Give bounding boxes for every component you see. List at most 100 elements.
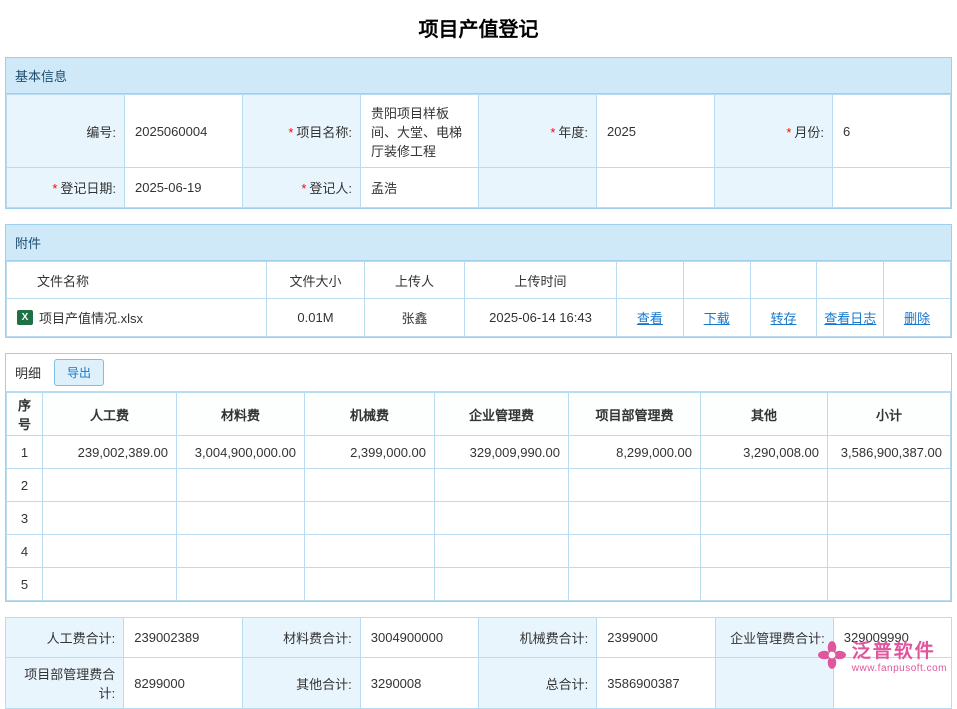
project-name-required-star: * xyxy=(288,125,293,140)
action-view-log-cell: 查看日志 xyxy=(817,299,884,337)
col-file-size: 文件大小 xyxy=(267,262,365,299)
detail-material xyxy=(177,568,305,601)
month-required-star: * xyxy=(786,125,791,140)
detail-enterprise-mgmt xyxy=(435,568,569,601)
file-size: 0.01M xyxy=(267,299,365,337)
fanpu-watermark: 泛普软件 www.fanpusoft.com xyxy=(817,636,947,674)
col-action-view xyxy=(617,262,684,299)
month-label-cell: *月份: xyxy=(715,95,833,168)
basic-info-table: 编号: 2025060004 *项目名称: 贵阳项目样板间、大堂、电梯厅装修工程… xyxy=(6,94,951,208)
detail-project-dept-mgmt xyxy=(569,568,701,601)
empty-label-cell-2 xyxy=(715,168,833,208)
number-label: 编号: xyxy=(86,125,116,140)
detail-other: 3,290,008.00 xyxy=(701,436,828,469)
year-required-star: * xyxy=(550,125,555,140)
col-file-name: 文件名称 xyxy=(7,262,267,299)
attachment-row: X 项目产值情况.xlsx 0.01M 张鑫 2025-06-14 16:43 … xyxy=(7,299,951,337)
detail-labor xyxy=(43,568,177,601)
detail-machinery xyxy=(305,469,435,502)
detail-machinery xyxy=(305,568,435,601)
attachments-header-row: 文件名称 文件大小 上传人 上传时间 xyxy=(7,262,951,299)
registrant-required-star: * xyxy=(301,181,306,196)
col-labor-cost: 人工费 xyxy=(43,393,177,436)
detail-machinery xyxy=(305,502,435,535)
detail-project-dept-mgmt xyxy=(569,469,701,502)
summary-table: 人工费合计: 239002389 材料费合计: 3004900000 机械费合计… xyxy=(5,617,952,709)
detail-seq: 3 xyxy=(7,502,43,535)
detail-row-5: 5 xyxy=(7,568,951,601)
project-dept-mgmt-total-value: 8299000 xyxy=(124,658,242,709)
registrant-value: 孟浩 xyxy=(361,168,479,208)
attachments-table: 文件名称 文件大小 上传人 上传时间 X 项目产值情况.xlsx xyxy=(6,261,951,337)
detail-other xyxy=(701,535,828,568)
month-value: 6 xyxy=(833,95,951,168)
col-action-save-as xyxy=(750,262,817,299)
view-log-link[interactable]: 查看日志 xyxy=(824,311,876,326)
empty-value-cell-1 xyxy=(597,168,715,208)
detail-other xyxy=(701,502,828,535)
detail-table: 序号 人工费 材料费 机械费 企业管理费 项目部管理费 其他 小计 1 239,… xyxy=(6,392,951,601)
project-dept-mgmt-total-label: 项目部管理费合计: xyxy=(6,658,124,709)
detail-material xyxy=(177,502,305,535)
grand-total-label: 总合计: xyxy=(479,658,597,709)
col-action-view-log xyxy=(817,262,884,299)
registrant-label: 登记人: xyxy=(309,181,352,196)
detail-seq: 2 xyxy=(7,469,43,502)
number-label-cell: 编号: xyxy=(7,95,125,168)
download-link[interactable]: 下载 xyxy=(704,311,730,326)
file-uploader: 张鑫 xyxy=(365,299,465,337)
col-action-delete xyxy=(884,262,951,299)
material-total-value: 3004900000 xyxy=(360,618,478,658)
view-link[interactable]: 查看 xyxy=(637,311,663,326)
detail-machinery xyxy=(305,535,435,568)
delete-link[interactable]: 删除 xyxy=(904,311,930,326)
basic-info-section-header: 基本信息 xyxy=(6,58,951,94)
detail-seq: 5 xyxy=(7,568,43,601)
detail-enterprise-mgmt: 329,009,990.00 xyxy=(435,436,569,469)
detail-machinery: 2,399,000.00 xyxy=(305,436,435,469)
material-total-label: 材料费合计: xyxy=(242,618,360,658)
file-upload-time: 2025-06-14 16:43 xyxy=(465,299,617,337)
col-machinery-cost: 机械费 xyxy=(305,393,435,436)
detail-labor xyxy=(43,469,177,502)
col-material-cost: 材料费 xyxy=(177,393,305,436)
detail-other xyxy=(701,469,828,502)
action-save-as-cell: 转存 xyxy=(750,299,817,337)
register-date-required-star: * xyxy=(52,181,57,196)
detail-labor: 239,002,389.00 xyxy=(43,436,177,469)
save-as-link[interactable]: 转存 xyxy=(770,311,796,326)
detail-project-dept-mgmt xyxy=(569,502,701,535)
action-download-cell: 下载 xyxy=(683,299,750,337)
register-date-value: 2025-06-19 xyxy=(125,168,243,208)
detail-header-row: 序号 人工费 材料费 机械费 企业管理费 项目部管理费 其他 小计 xyxy=(7,393,951,436)
col-action-download xyxy=(683,262,750,299)
registrant-label-cell: *登记人: xyxy=(243,168,361,208)
grand-total-value: 3586900387 xyxy=(597,658,715,709)
detail-enterprise-mgmt xyxy=(435,502,569,535)
detail-subtotal: 3,586,900,387.00 xyxy=(828,436,951,469)
empty-value-cell-2 xyxy=(833,168,951,208)
watermark-site: www.fanpusoft.com xyxy=(852,663,947,674)
summary-empty-label-cell xyxy=(715,658,833,709)
month-label: 月份: xyxy=(794,125,824,140)
export-button[interactable]: 导出 xyxy=(54,359,104,386)
col-uploader: 上传人 xyxy=(365,262,465,299)
year-value: 2025 xyxy=(597,95,715,168)
project-name-value: 贵阳项目样板间、大堂、电梯厅装修工程 xyxy=(361,95,479,168)
detail-labor xyxy=(43,502,177,535)
machinery-total-label: 机械费合计: xyxy=(479,618,597,658)
detail-project-dept-mgmt: 8,299,000.00 xyxy=(569,436,701,469)
attachments-section: 附件 文件名称 文件大小 上传人 上传时间 xyxy=(5,224,952,338)
detail-material xyxy=(177,535,305,568)
file-name: 项目产值情况.xlsx xyxy=(39,308,143,327)
detail-enterprise-mgmt xyxy=(435,469,569,502)
action-view-cell: 查看 xyxy=(617,299,684,337)
excel-file-icon: X xyxy=(17,310,33,325)
detail-other xyxy=(701,568,828,601)
enterprise-mgmt-total-label: 企业管理费合计: xyxy=(715,618,833,658)
machinery-total-value: 2399000 xyxy=(597,618,715,658)
col-subtotal: 小计 xyxy=(828,393,951,436)
empty-label-cell-1 xyxy=(479,168,597,208)
basic-info-section: 基本信息 编号: 2025060004 *项目名称: 贵阳项目样板间、大堂、电梯… xyxy=(5,57,952,209)
number-value: 2025060004 xyxy=(125,95,243,168)
